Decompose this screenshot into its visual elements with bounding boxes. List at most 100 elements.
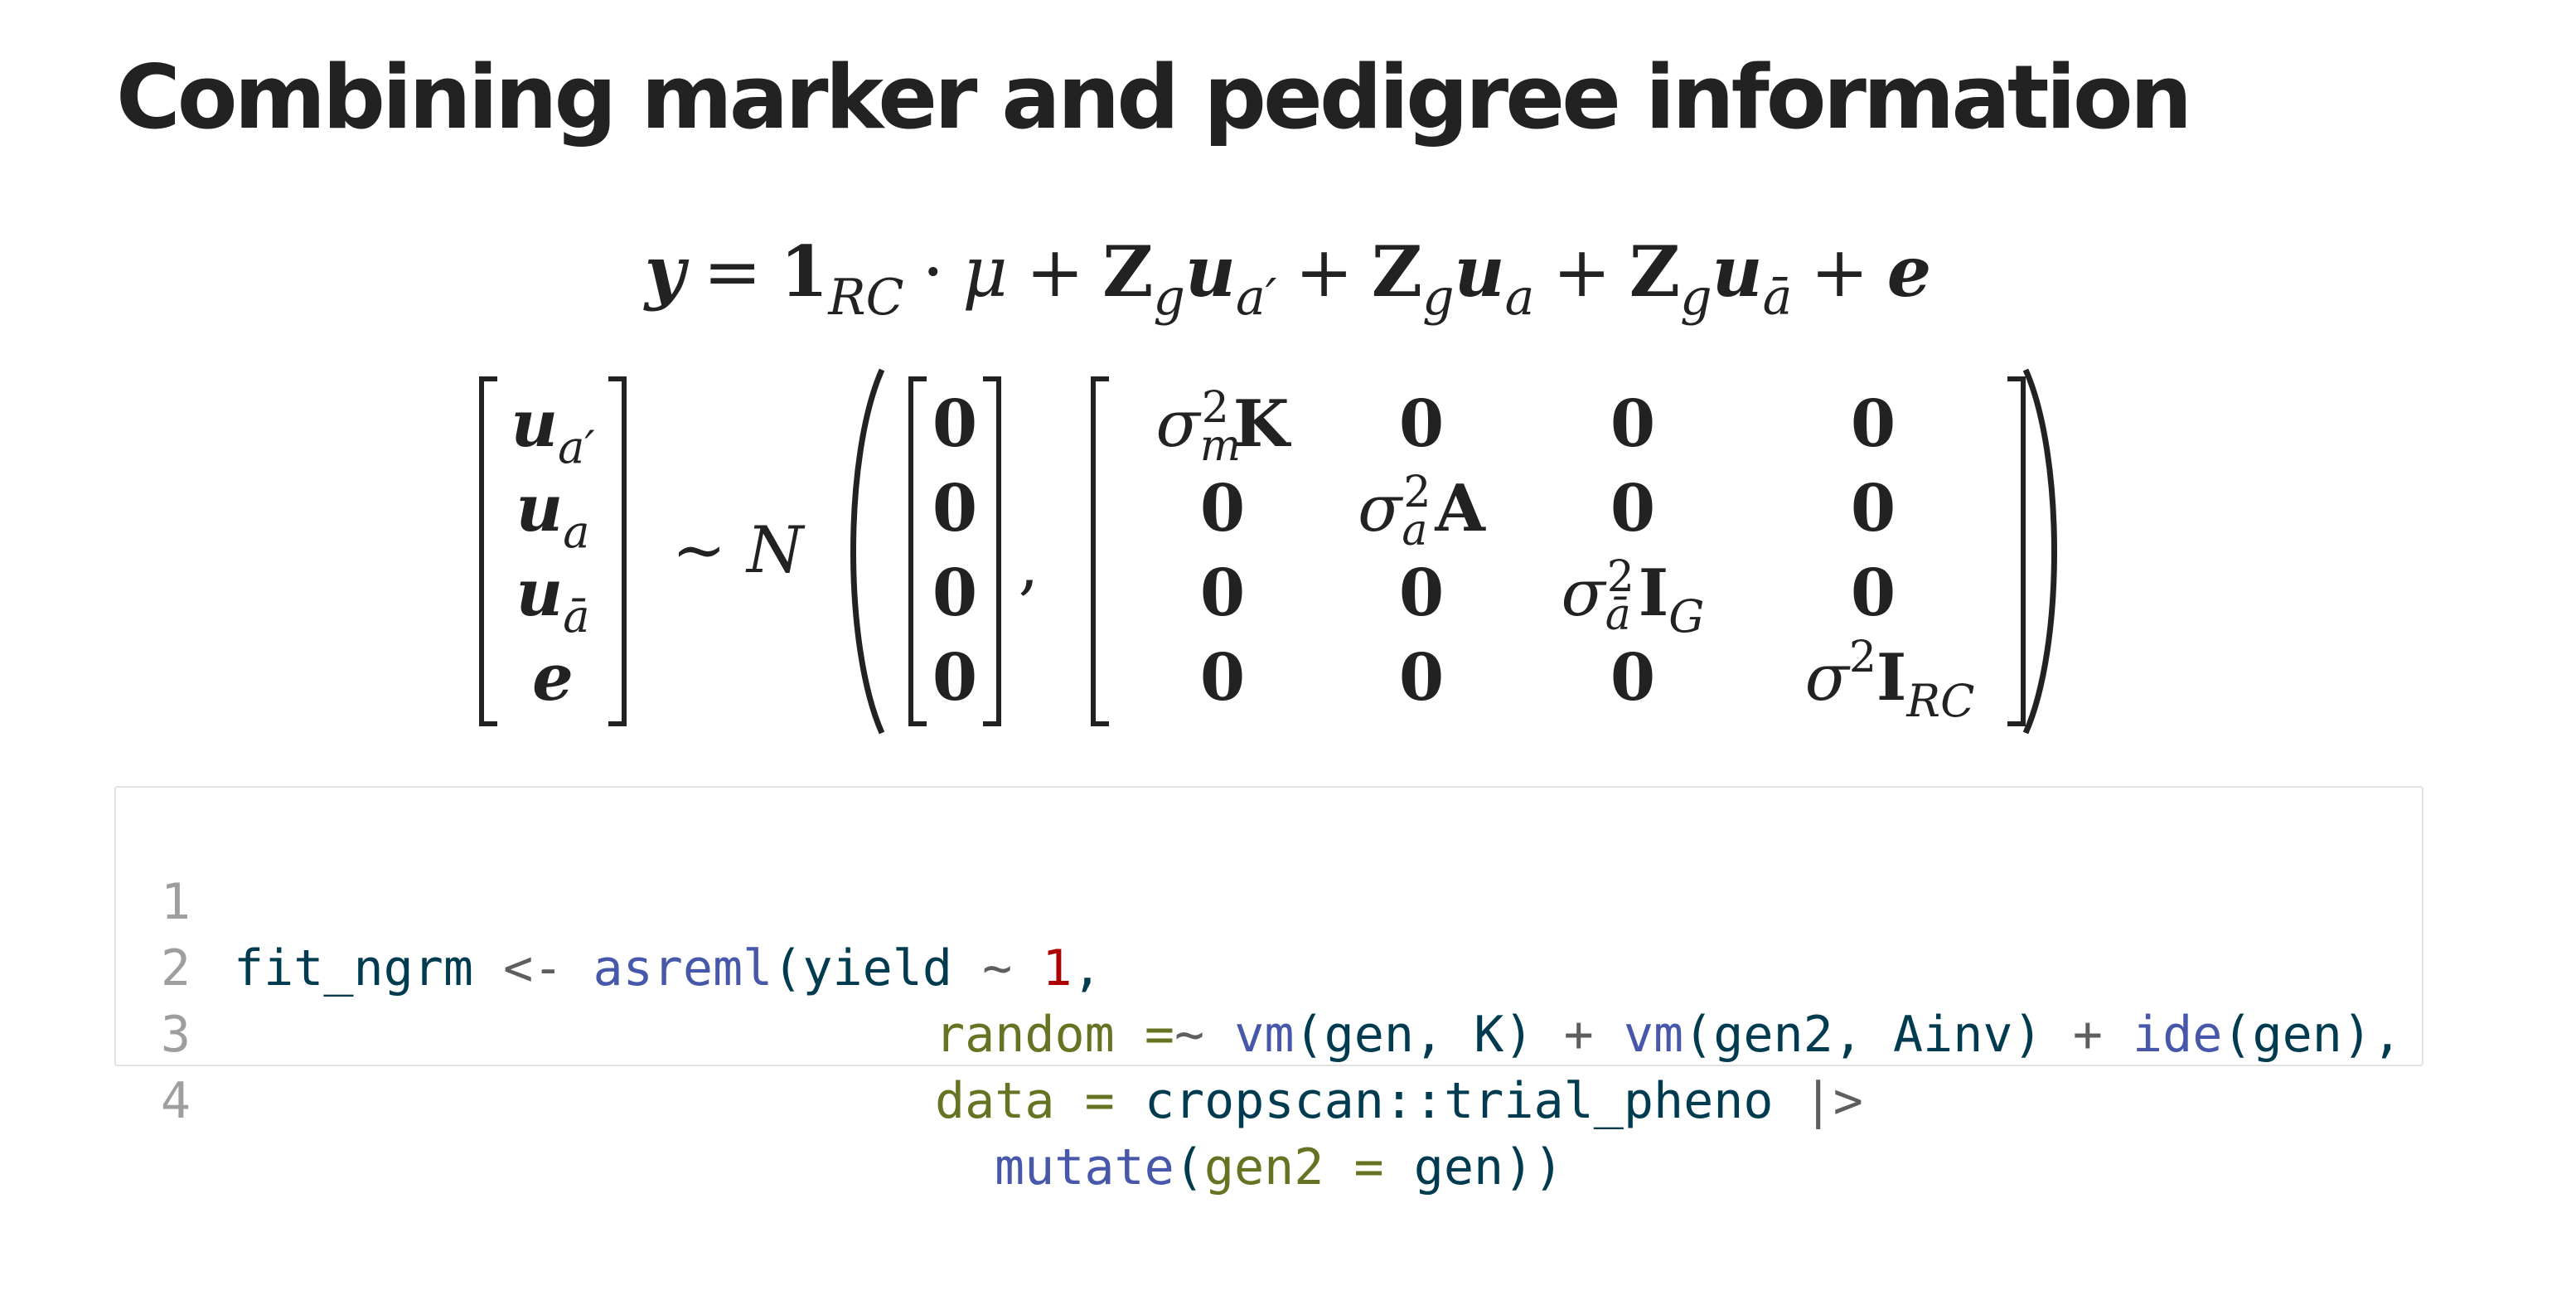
matrix-cell-zero: 0 (1850, 556, 1896, 631)
z-matrix-1: Z (1102, 230, 1154, 313)
u-vector-3: u (1712, 230, 1763, 313)
code-token: <- (472, 939, 593, 997)
matrix-symbol: I (1638, 556, 1669, 631)
response-vector: y (644, 230, 685, 313)
mean-left-bracket (908, 376, 927, 726)
matrix-subscript: RC (1906, 675, 1975, 727)
matrix-cell-sigma-a-a: σ2aA (1343, 466, 1500, 552)
ones-vector: 1 (779, 230, 829, 313)
code-token: mutate (995, 1138, 1174, 1196)
matrix-cell-zero: 0 (1610, 386, 1656, 462)
code-line-1: 1 fit_ngrm <- asreml(yield ~ 1, (116, 803, 1102, 997)
distribution-equation: ua′ ua uā e ∼ N 0 0 0 0 , σ2mK 0 0 0 0 σ… (464, 365, 2122, 738)
sigma-subscript: a (1402, 505, 1428, 556)
matrix-left-bracket (1091, 376, 1109, 726)
u-subscript-1: a′ (1236, 269, 1277, 327)
sigma-symbol: σ (1561, 556, 1605, 631)
code-token: vm (1234, 1006, 1295, 1064)
vector-right-bracket (608, 376, 627, 726)
matrix-cell-sigma-irc: σ2IRC (1774, 635, 2006, 724)
mean-entry: 0 (932, 640, 978, 716)
vector-entry-u-a-prime: ua′ (497, 381, 608, 470)
code-token: + (1533, 1006, 1624, 1064)
mean-entry: 0 (932, 471, 978, 546)
error-vector: e (1886, 230, 1932, 313)
vector-entry-symbol: u (516, 556, 564, 631)
ones-subscript: RC (828, 269, 904, 327)
code-token: (gen, K) (1294, 1006, 1534, 1064)
code-token: random = (935, 1006, 1174, 1064)
matrix-cell-zero: 0 (1398, 640, 1445, 716)
dot-operator: · (922, 231, 945, 313)
vector-entry-symbol: e (532, 640, 574, 716)
code-token: ide (2132, 1006, 2223, 1064)
matrix-cell-zero: 0 (1610, 640, 1656, 716)
plus-operator-4: + (1810, 231, 1869, 313)
sigma-subscript: ā (1605, 590, 1631, 640)
code-token: 1 (1042, 939, 1073, 997)
comma: , (1018, 528, 1039, 603)
code-text: random =~ vm(gen, K) + vm(gen2, Ainv) + … (935, 1002, 2402, 1068)
sigma-scripts: 2ā (1605, 556, 1639, 640)
right-parenthesis (2019, 365, 2069, 738)
matrix-cell-zero: 0 (1199, 556, 1246, 631)
sigma-symbol: σ (1804, 641, 1849, 716)
matrix-cell-zero: 0 (1610, 471, 1656, 546)
code-token: ~ (1174, 1006, 1205, 1064)
code-text: fit_ngrm <- asreml(yield ~ 1, (234, 935, 1102, 1002)
code-token: |> (1773, 1072, 1863, 1130)
code-token: gen (1413, 1138, 1504, 1196)
z-matrix-3: Z (1629, 230, 1681, 313)
matrix-cell-zero: 0 (1398, 386, 1445, 462)
code-text: data = cropscan::trial_pheno |> (935, 1068, 1863, 1134)
sigma-symbol: σ (1155, 387, 1200, 462)
code-token: gen2 = (1203, 1138, 1414, 1196)
vector-entry-u-a: ua (497, 466, 608, 555)
u-subscript-2: a (1504, 269, 1535, 327)
vector-entry-symbol: u (516, 471, 564, 546)
code-token: , (1072, 939, 1102, 997)
matrix-symbol: K (1232, 386, 1290, 462)
code-token: (gen2, Ainv) (1683, 1006, 2043, 1064)
mean-entry: 0 (932, 386, 978, 462)
code-token: )) (1503, 1138, 1564, 1196)
z-subscript-2: g (1422, 269, 1455, 327)
u-vector-1: u (1184, 230, 1236, 313)
matrix-cell-zero: 0 (1850, 471, 1896, 546)
code-text: mutate(gen2 = gen)) (995, 1134, 1563, 1201)
vector-entry-e: e (497, 635, 608, 721)
matrix-symbol: I (1876, 640, 1907, 716)
u-vector-2: u (1454, 230, 1505, 313)
u-subscript-3: ā (1762, 269, 1793, 327)
z-subscript-3: g (1680, 269, 1712, 327)
matrix-cell-sigma-abar-ig: σ 2 ā IG (1542, 551, 1724, 640)
vector-left-bracket (479, 376, 497, 726)
code-token: vm (1623, 1006, 1684, 1064)
matrix-cell-zero: 0 (1398, 556, 1445, 631)
matrix-cell-zero: 0 (1850, 386, 1896, 462)
sigma-scripts: 2m (1200, 386, 1241, 471)
mean-entry: 0 (932, 556, 978, 631)
code-token: yield (802, 939, 952, 997)
vector-entry-u-a-bar: uā (497, 551, 608, 639)
code-token: cropscan::trial_pheno (1144, 1072, 1774, 1130)
code-token: ( (1174, 1138, 1204, 1196)
z-subscript-1: g (1153, 269, 1185, 327)
sigma-symbol: σ (1358, 472, 1402, 546)
code-block[interactable]: 1 fit_ngrm <- asreml(yield ~ 1, 2 random… (114, 786, 2423, 1196)
matrix-cell-zero: 0 (1199, 471, 1246, 546)
vector-entry-symbol: u (511, 386, 559, 462)
sigma-subscript: m (1199, 420, 1242, 471)
code-token: ( (772, 939, 803, 997)
model-equation: y = 1RC · μ + Zgua′ + Zgua + Zguā + e (0, 222, 2576, 323)
code-token: fit_ngrm (234, 939, 473, 997)
code-token: asreml (593, 939, 773, 997)
z-matrix-2: Z (1371, 230, 1423, 313)
mu-symbol: μ (962, 231, 1008, 313)
plus-operator-3: + (1552, 231, 1611, 313)
equals-sign: = (703, 231, 762, 313)
matrix-cell-zero: 0 (1199, 640, 1246, 716)
code-token: data = (935, 1072, 1145, 1130)
tilde-n-symbol: ∼ N (671, 513, 804, 588)
matrix-cell-sigma-m-k: σ2mK (1119, 381, 1326, 468)
